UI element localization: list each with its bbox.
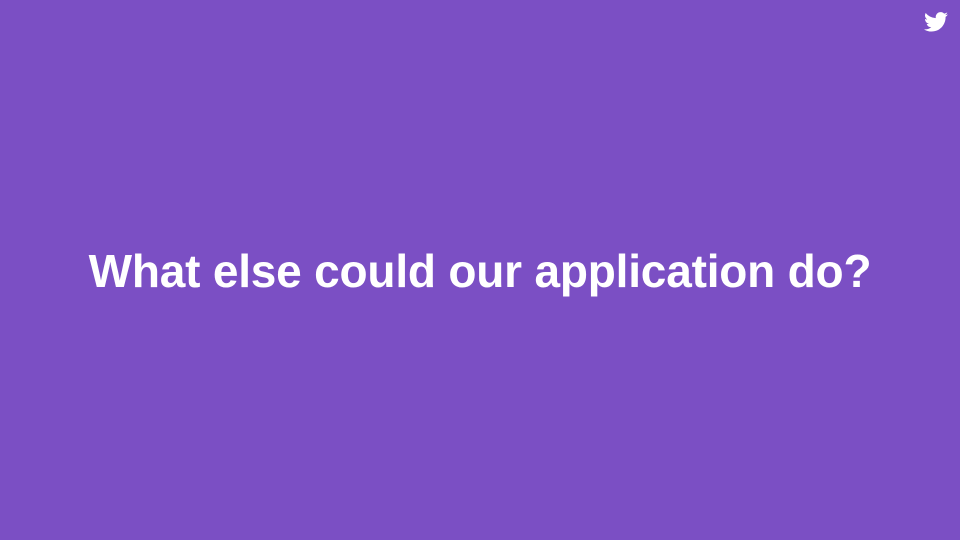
presentation-slide: What else could our application do?: [0, 0, 960, 540]
slide-title: What else could our application do?: [88, 245, 872, 297]
twitter-bird-icon: [924, 12, 948, 32]
